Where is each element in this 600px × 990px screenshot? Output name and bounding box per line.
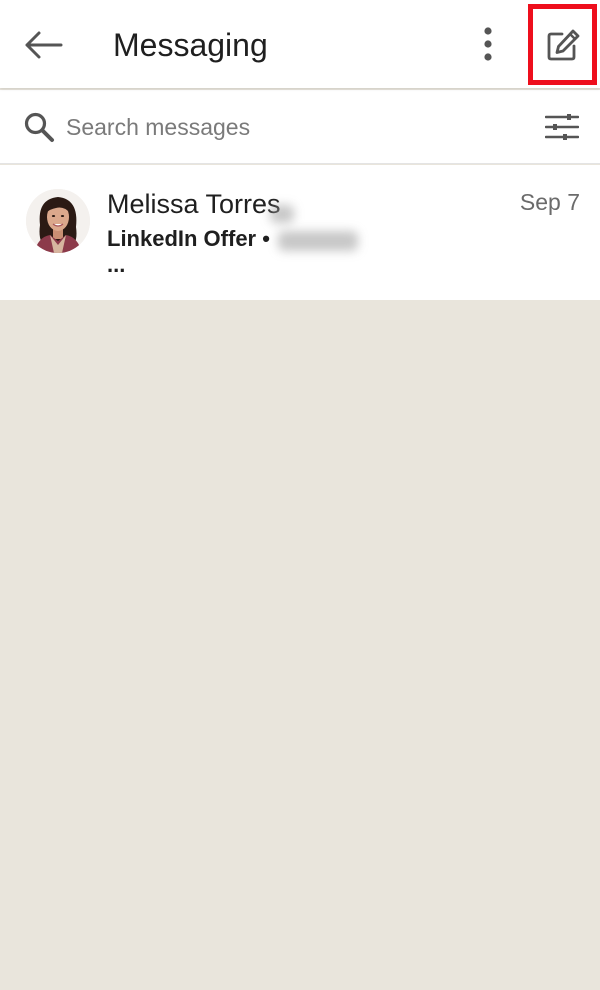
search-icon	[20, 108, 58, 146]
conversation-list: Melissa Torres Sep 7 LinkedIn Offer • ..…	[0, 165, 600, 300]
vertical-dots-icon	[484, 27, 492, 61]
conversation-date: Sep 7	[519, 189, 580, 215]
conversation-item[interactable]: Melissa Torres Sep 7 LinkedIn Offer • ..…	[0, 165, 600, 300]
conversation-preview: ...	[107, 252, 126, 277]
compose-message-button[interactable]	[538, 20, 590, 70]
conversation-sender-name: Melissa Torres	[107, 189, 281, 219]
sliders-icon	[545, 114, 579, 140]
back-button[interactable]	[18, 20, 68, 70]
filter-button[interactable]	[540, 107, 584, 147]
redacted-name-blur	[270, 205, 294, 223]
conversation-subject: LinkedIn Offer •	[107, 226, 270, 251]
top-app-bar: Messaging	[0, 0, 600, 88]
arrow-left-icon	[25, 31, 63, 59]
page-title: Messaging	[113, 27, 268, 63]
person-avatar-icon	[26, 189, 90, 253]
redacted-subject-blur	[278, 231, 358, 251]
avatar	[26, 189, 90, 253]
more-options-button[interactable]	[466, 22, 510, 66]
search-bar	[0, 90, 600, 164]
search-input[interactable]	[66, 108, 506, 146]
compose-icon	[547, 29, 580, 61]
messaging-screen: Messaging Search messages Melissa Torres…	[0, 0, 600, 990]
